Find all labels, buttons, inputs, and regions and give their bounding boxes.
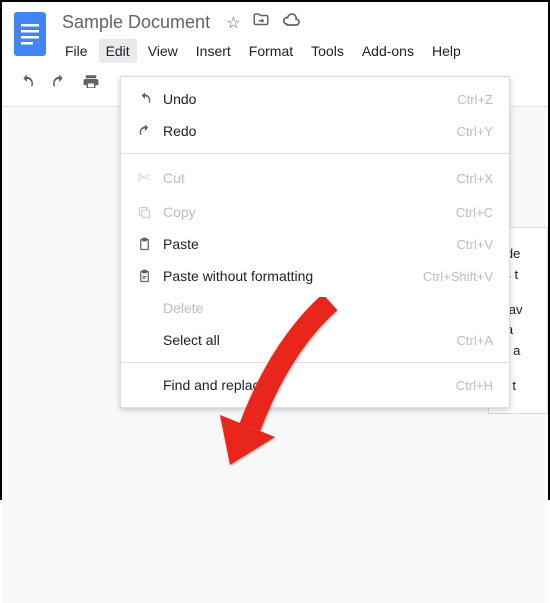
cloud-status-icon[interactable] bbox=[282, 12, 302, 33]
docs-logo-icon[interactable] bbox=[12, 10, 48, 58]
menu-item-paste[interactable]: Paste Ctrl+V bbox=[121, 228, 509, 260]
menu-label: Paste without formatting bbox=[163, 268, 423, 284]
menu-separator bbox=[121, 153, 509, 154]
menu-label: Undo bbox=[163, 91, 457, 107]
menu-shortcut: Ctrl+V bbox=[457, 237, 493, 252]
menu-edit[interactable]: Edit bbox=[99, 39, 137, 63]
menu-label: Redo bbox=[163, 123, 457, 139]
menu-separator bbox=[121, 362, 509, 363]
menu-item-undo[interactable]: Undo Ctrl+Z bbox=[121, 83, 509, 115]
menu-item-select-all[interactable]: Select all Ctrl+A bbox=[121, 324, 509, 356]
title-area: Sample Document ☆ File Edit View Insert … bbox=[58, 10, 538, 63]
menu-view[interactable]: View bbox=[141, 39, 185, 63]
cut-icon: ✄ bbox=[137, 168, 163, 188]
menu-item-cut: ✄ Cut Ctrl+X bbox=[121, 160, 509, 196]
menubar: File Edit View Insert Format Tools Add-o… bbox=[58, 39, 538, 63]
menu-shortcut: Ctrl+A bbox=[457, 333, 493, 348]
title-row: Sample Document ☆ bbox=[58, 10, 538, 35]
menu-addons[interactable]: Add-ons bbox=[355, 39, 421, 63]
undo-icon bbox=[137, 91, 163, 107]
redo-icon bbox=[137, 123, 163, 139]
menu-help[interactable]: Help bbox=[425, 39, 468, 63]
star-icon[interactable]: ☆ bbox=[226, 13, 240, 33]
menu-label: Select all bbox=[163, 332, 457, 348]
menu-shortcut: Ctrl+C bbox=[456, 205, 493, 220]
menu-label: Cut bbox=[163, 170, 457, 186]
header: Sample Document ☆ File Edit View Insert … bbox=[2, 2, 548, 63]
menu-tools[interactable]: Tools bbox=[304, 39, 351, 63]
menu-file[interactable]: File bbox=[58, 39, 95, 63]
menu-label: Delete bbox=[163, 300, 493, 316]
menu-shortcut: Ctrl+Shift+V bbox=[423, 269, 493, 284]
menu-label: Find and replace bbox=[163, 377, 456, 393]
redo-icon[interactable] bbox=[50, 73, 68, 96]
menu-format[interactable]: Format bbox=[242, 39, 300, 63]
paste-plain-icon bbox=[137, 269, 163, 284]
print-icon[interactable] bbox=[82, 73, 100, 96]
edit-dropdown-menu: Undo Ctrl+Z Redo Ctrl+Y ✄ Cut Ctrl+X Cop… bbox=[120, 76, 510, 408]
menu-shortcut: Ctrl+Z bbox=[457, 92, 493, 107]
menu-item-paste-plain[interactable]: Paste without formatting Ctrl+Shift+V bbox=[121, 260, 509, 292]
menu-item-delete: Delete bbox=[121, 292, 509, 324]
menu-item-copy: Copy Ctrl+C bbox=[121, 196, 509, 228]
menu-shortcut: Ctrl+Y bbox=[457, 124, 493, 139]
move-folder-icon[interactable] bbox=[252, 11, 270, 34]
menu-item-redo[interactable]: Redo Ctrl+Y bbox=[121, 115, 509, 147]
menu-label: Paste bbox=[163, 236, 457, 252]
menu-insert[interactable]: Insert bbox=[189, 39, 238, 63]
copy-icon bbox=[137, 205, 163, 220]
menu-label: Copy bbox=[163, 204, 456, 220]
menu-shortcut: Ctrl+H bbox=[456, 378, 493, 393]
menu-item-find-replace[interactable]: Find and replace Ctrl+H bbox=[121, 369, 509, 401]
menu-shortcut: Ctrl+X bbox=[457, 171, 493, 186]
undo-icon[interactable] bbox=[18, 73, 36, 96]
document-title[interactable]: Sample Document bbox=[58, 10, 214, 35]
paste-icon bbox=[137, 237, 163, 252]
